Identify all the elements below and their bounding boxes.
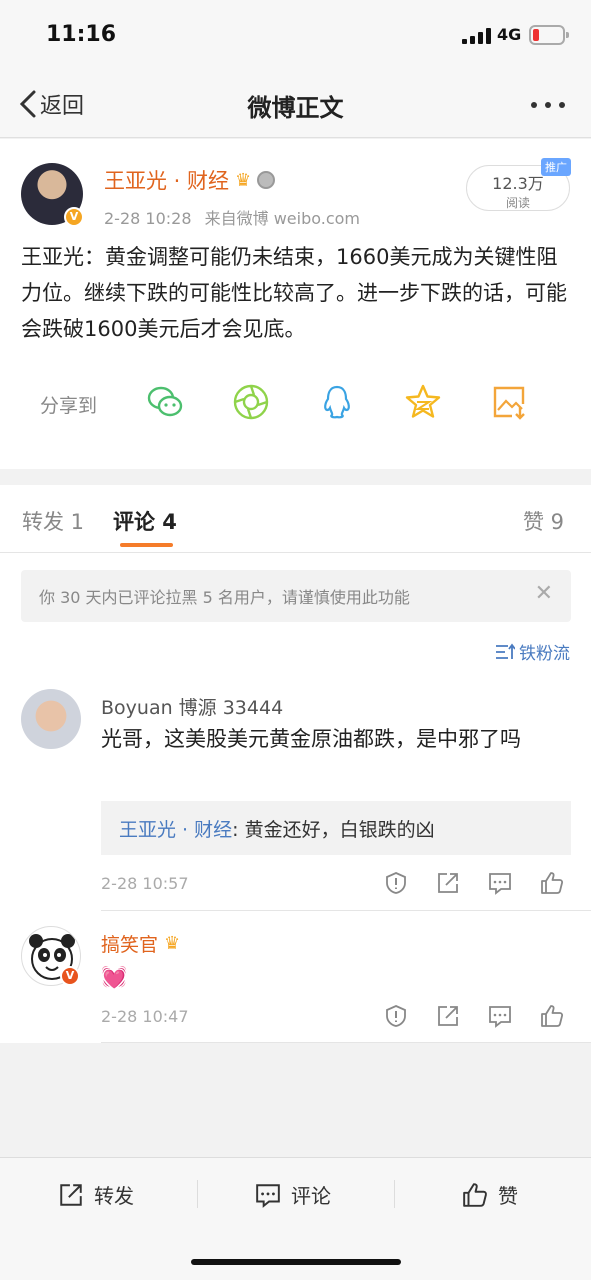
comment-label: 评论	[291, 1184, 331, 1208]
signal-icon	[462, 28, 492, 44]
commenter-name[interactable]: 搞笑官 ♛	[101, 930, 180, 957]
notice-banner: 你 30 天内已评论拉黑 5 名用户，请谨慎使用此功能 ✕	[21, 570, 571, 622]
comment-actions	[384, 871, 564, 895]
like-label: 赞	[498, 1184, 518, 1208]
post-body: 王亚光：黄金调整可能仍未结束，1660美元成为关键性阻力位。继续下跌的可能性比较…	[21, 245, 567, 341]
reply-icon[interactable]	[488, 871, 512, 895]
sort-label: 铁粉流	[519, 644, 570, 664]
author-name-text: 王亚光 · 财经	[104, 169, 230, 193]
comment-text: 光哥，这美股美元黄金原油都跌，是中邪了吗	[101, 727, 521, 751]
report-icon[interactable]	[384, 1004, 408, 1028]
like-icon	[463, 1182, 487, 1207]
reads-counter[interactable]: 12.3万 阅读 推广	[466, 158, 571, 211]
share-label: 分享到	[40, 395, 98, 417]
post-card: V 王亚光 · 财经 ♛ 2-28 10:28 来自微博 weibo.com 1…	[0, 139, 591, 469]
verified-badge-icon: V	[64, 207, 84, 227]
share-icon[interactable]	[436, 871, 460, 895]
commenter-name-text: 搞笑官	[101, 934, 159, 956]
notice-text: 你 30 天内已评论拉黑 5 名用户，请谨慎使用此功能	[39, 588, 410, 607]
comment-divider	[101, 910, 591, 911]
active-tab-indicator	[120, 543, 173, 547]
commenter-name[interactable]: Boyuan 博源 33444	[101, 693, 283, 720]
status-bar: 11:16 4G	[0, 0, 591, 70]
comment-text: 💓	[101, 965, 128, 989]
repost-label: 转发	[94, 1184, 134, 1208]
wechat-icon[interactable]	[146, 383, 184, 421]
tab-comments[interactable]: 评论 4	[113, 506, 177, 536]
comment-tabs: 转发 1 评论 4 赞 9	[0, 485, 591, 553]
reply-icon[interactable]	[488, 1004, 512, 1028]
crown-icon: ♛	[235, 169, 252, 191]
battery-icon	[529, 25, 569, 45]
share-icons	[146, 383, 528, 421]
comment-button[interactable]: 评论	[255, 1180, 331, 1209]
promo-badge: 推广	[541, 158, 571, 176]
save-image-icon[interactable]	[490, 383, 528, 421]
share-icon[interactable]	[436, 1004, 460, 1028]
reply-text: : 黄金还好，白银跌的凶	[232, 819, 435, 841]
nav-bar: 返回 微博正文	[0, 70, 591, 138]
network-label: 4G	[497, 25, 522, 44]
tab-repost[interactable]: 转发 1	[22, 506, 84, 536]
qq-icon[interactable]	[318, 383, 356, 421]
post-timestamp: 2-28 10:28	[104, 209, 192, 228]
page-title: 微博正文	[247, 94, 344, 122]
moments-icon[interactable]	[232, 383, 270, 421]
commenter-avatar[interactable]	[21, 689, 81, 749]
separator	[197, 1180, 198, 1208]
like-icon[interactable]	[540, 871, 564, 895]
comment-time: 2-28 10:47	[101, 1007, 189, 1026]
more-options-icon[interactable]	[531, 102, 565, 108]
repost-icon	[60, 1183, 82, 1206]
repost-button[interactable]: 转发	[58, 1180, 134, 1209]
comments-panel: 你 30 天内已评论拉黑 5 名用户，请谨慎使用此功能 ✕ 铁粉流 Boyuan…	[0, 553, 591, 1043]
close-icon[interactable]: ✕	[535, 581, 553, 606]
home-indicator[interactable]	[191, 1259, 401, 1265]
reads-label: 阅读	[505, 196, 530, 210]
sort-button[interactable]: 铁粉流	[495, 639, 570, 664]
sort-icon	[496, 643, 515, 659]
crown-icon: ♛	[164, 933, 181, 954]
post-meta: 2-28 10:28 来自微博 weibo.com	[104, 205, 360, 229]
reply-author[interactable]: 王亚光 · 财经	[119, 819, 232, 841]
status-time: 11:16	[46, 22, 117, 47]
comment-divider	[101, 1042, 591, 1043]
report-icon[interactable]	[384, 871, 408, 895]
like-icon[interactable]	[540, 1004, 564, 1028]
comment-actions	[384, 1004, 564, 1028]
qzone-icon[interactable]	[404, 383, 442, 421]
author-name[interactable]: 王亚光 · 财经 ♛	[104, 165, 276, 195]
separator	[394, 1180, 395, 1208]
author-reply[interactable]: 王亚光 · 财经: 黄金还好，白银跌的凶	[101, 801, 571, 855]
comment-time: 2-28 10:57	[101, 874, 189, 893]
comment-icon	[256, 1183, 280, 1208]
medal-icon	[257, 171, 276, 189]
verified-badge-icon: V	[60, 966, 80, 986]
like-button[interactable]: 赞	[462, 1180, 518, 1209]
post-source: 来自微博 weibo.com	[204, 209, 360, 228]
tab-likes[interactable]: 赞 9	[523, 506, 564, 536]
